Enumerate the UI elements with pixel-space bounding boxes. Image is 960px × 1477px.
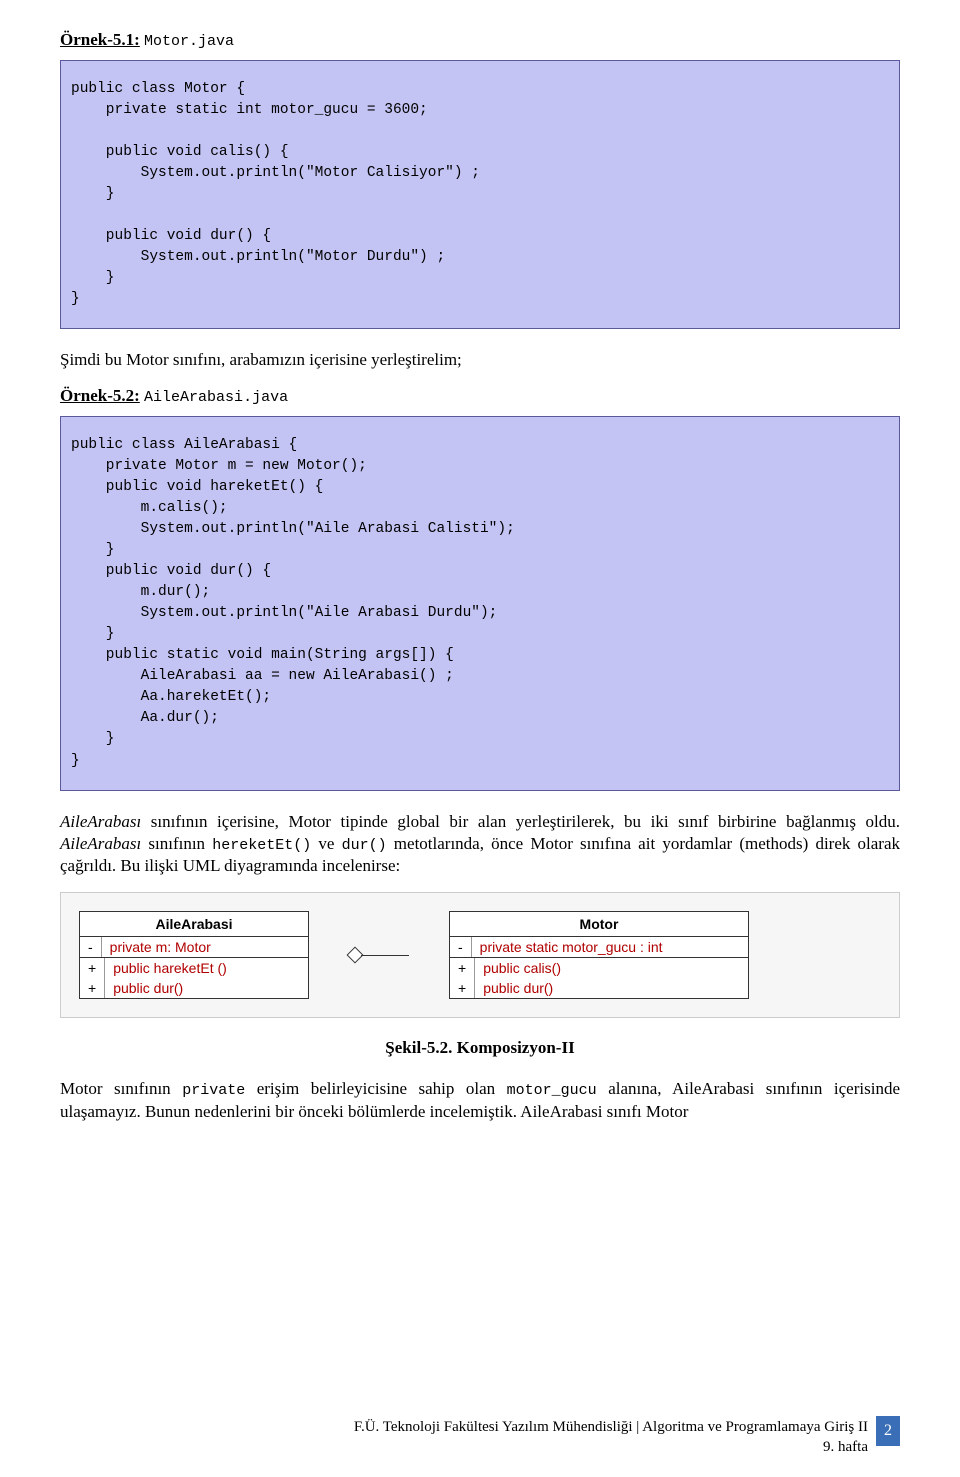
uml-left-op-0-vis: + [80,958,105,978]
uml-left-attr-0-text: private m: Motor [101,937,308,957]
para3-code-2: motor_gucu [507,1082,597,1099]
uml-right-name: Motor [450,912,748,937]
para2-italic-1: AileArabası [60,812,141,831]
example-2-prefix: Örnek-5.2: [60,386,140,405]
para2-text-1: sınıfının içerisine, Motor tipinde globa… [141,812,900,831]
para3-text-1: Motor sınıfının [60,1079,182,1098]
uml-class-motor: Motor - private static motor_gucu : int … [449,911,749,999]
uml-right-op-1-vis: + [450,978,475,998]
para2-text-2: sınıfının [141,834,212,853]
code-block-1: public class Motor { private static int … [60,60,900,329]
page-number: 2 [876,1416,900,1446]
paragraph-3: Motor sınıfının private erişim belirleyi… [60,1078,900,1123]
uml-right-attrs: - private static motor_gucu : int [450,937,748,958]
uml-right-attr-0-text: private static motor_gucu : int [471,937,748,957]
footer-line-1: F.Ü. Teknoloji Fakültesi Yazılım Mühendi… [354,1418,868,1438]
uml-right-attr-0-vis: - [450,937,471,957]
uml-left-op-1-text: public dur() [105,978,308,998]
para3-text-2: erişim belirleyicisine sahip olan [245,1079,506,1098]
example-2-filename: AileArabasi.java [144,389,288,406]
uml-left-attrs: - private m: Motor [80,937,308,958]
uml-right-op-0-vis: + [450,958,475,978]
paragraph-2: AileArabası sınıfının içerisine, Motor t… [60,811,900,878]
figure-caption: Şekil-5.2. Komposizyon-II [60,1038,900,1058]
example-1-label: Örnek-5.1: Motor.java [60,30,900,50]
uml-class-ailearabasi: AileArabasi - private m: Motor + public … [79,911,309,999]
uml-left-ops: + public hareketEt () + public dur() [80,958,308,998]
example-2-label: Örnek-5.2: AileArabasi.java [60,386,900,406]
para2-italic-2: AileArabası [60,834,141,853]
para3-code-1: private [182,1082,245,1099]
footer-line-2: 9. hafta [354,1438,868,1458]
example-1-filename: Motor.java [144,33,234,50]
paragraph-1: Şimdi bu Motor sınıfını, arabamızın içer… [60,349,900,371]
connector-line [361,955,409,956]
footer-text: F.Ü. Teknoloji Fakültesi Yazılım Mühendi… [354,1418,868,1457]
uml-diagram: AileArabasi - private m: Motor + public … [60,892,900,1018]
code-block-2: public class AileArabasi { private Motor… [60,416,900,790]
para2-and: ve [311,834,341,853]
example-1-prefix: Örnek-5.1: [60,30,140,49]
para2-code-1: hereketEt() [212,837,311,854]
uml-right-ops: + public calis() + public dur() [450,958,748,998]
uml-left-name: AileArabasi [80,912,308,937]
para2-code-2: dur() [342,837,387,854]
uml-left-attr-0-vis: - [80,937,101,957]
uml-aggregation-connector [349,955,409,956]
uml-left-op-0-text: public hareketEt () [105,958,308,978]
uml-right-op-0-text: public calis() [475,958,748,978]
uml-left-op-1-vis: + [80,978,105,998]
page-footer: F.Ü. Teknoloji Fakültesi Yazılım Mühendi… [0,1418,960,1457]
uml-right-op-1-text: public dur() [475,978,748,998]
